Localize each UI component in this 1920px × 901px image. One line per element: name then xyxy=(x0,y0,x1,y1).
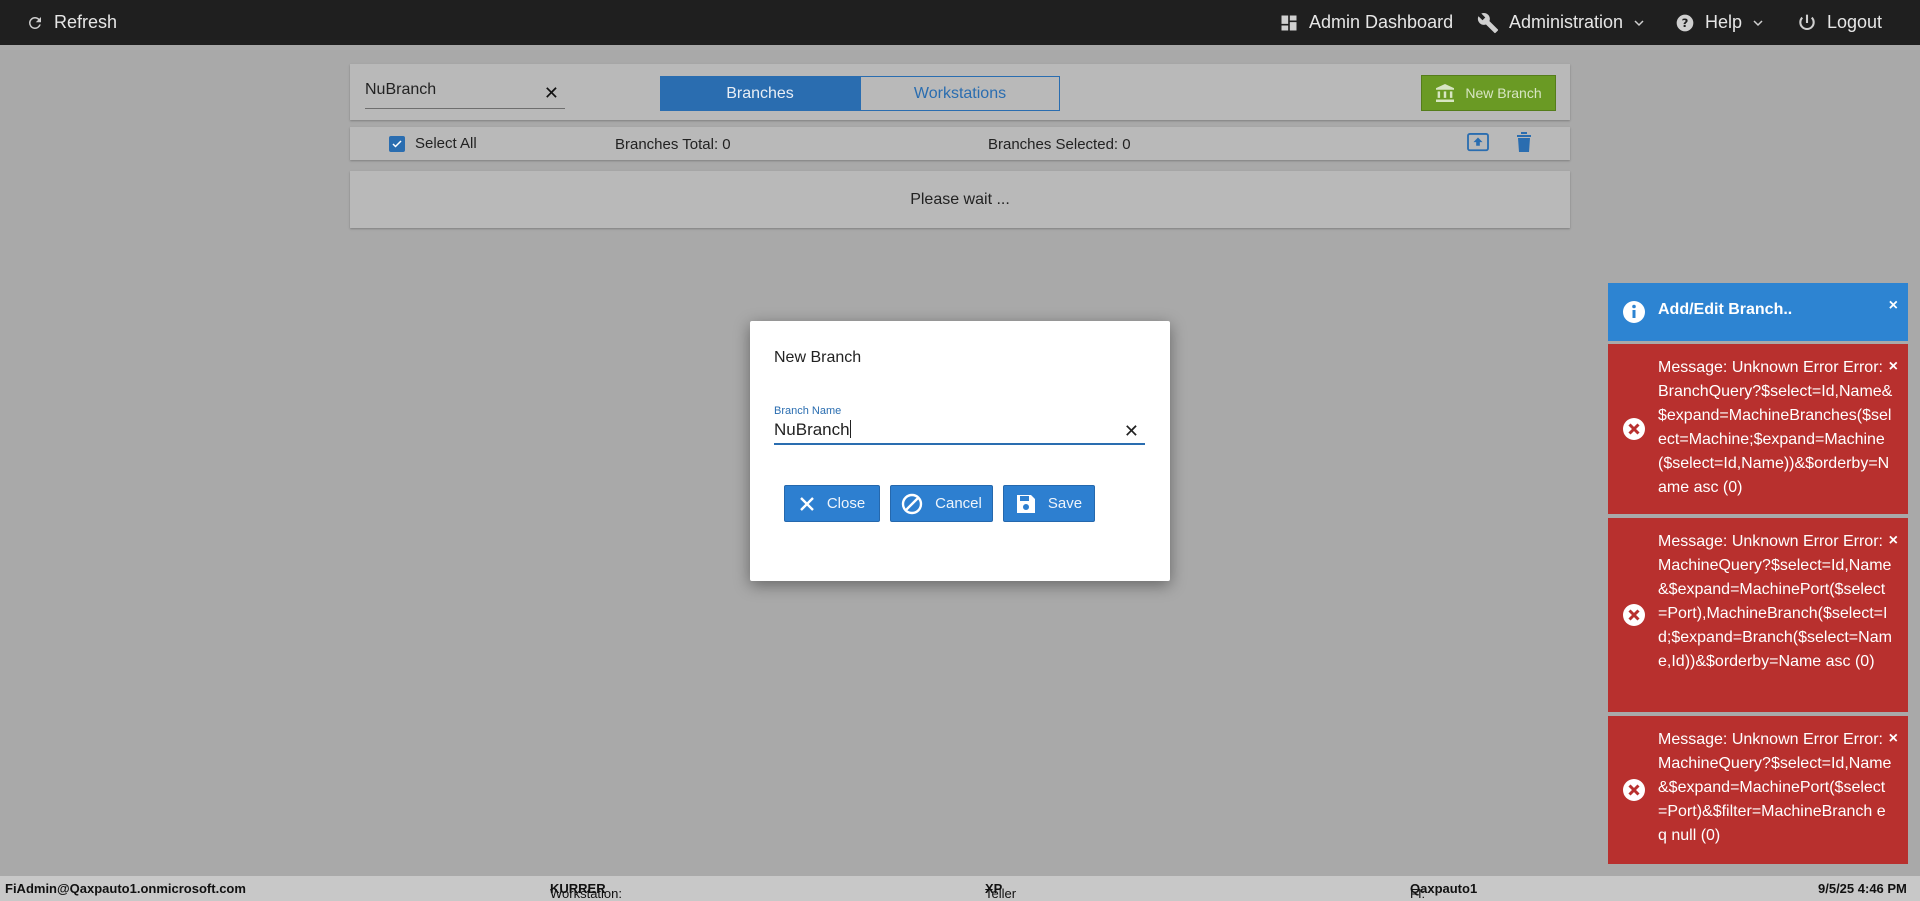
error-toast-text: Message: Unknown Error Error: MachineQue… xyxy=(1658,731,1892,844)
error-toast: Message: Unknown Error Error: BranchQuer… xyxy=(1608,344,1908,514)
info-icon xyxy=(1623,301,1645,323)
tab-branches[interactable]: Branches xyxy=(660,76,860,111)
dialog-title: New Branch xyxy=(774,349,862,366)
save-label: Save xyxy=(1047,495,1083,512)
toast-close-icon[interactable]: × xyxy=(1889,358,1898,376)
help-label: Help xyxy=(1705,12,1743,32)
clear-field-icon[interactable]: ✕ xyxy=(1124,421,1139,442)
cancel-icon xyxy=(901,493,923,514)
tab-workstations[interactable]: Workstations xyxy=(860,76,1060,111)
power-icon xyxy=(1799,14,1815,30)
footer-user: FiAdmin@Qaxpauto1.onmicrosoft.com xyxy=(5,881,246,896)
loading-panel: Please wait ... xyxy=(350,171,1570,228)
admin-dashboard-label: Admin Dashboard xyxy=(1309,12,1454,32)
bank-icon xyxy=(1436,84,1455,102)
close-label: Close xyxy=(826,495,866,512)
close-button[interactable]: Close xyxy=(784,485,880,522)
checkbox-checked-icon xyxy=(389,135,405,152)
footer-datetime: 9/5/25 4:46 PM xyxy=(1818,881,1907,896)
new-branch-dialog: New Branch Branch Name NuBranch ✕ Close … xyxy=(750,321,1170,581)
branches-selected: Branches Selected: 0 xyxy=(988,136,1131,153)
selection-bar: Select All Branches Total: 0 Branches Se… xyxy=(350,127,1570,160)
toast-close-icon[interactable]: × xyxy=(1889,532,1898,550)
footer-platform: Teller Platform: XP xyxy=(985,881,1017,901)
dashboard-icon xyxy=(1281,15,1297,30)
branch-name-value: NuBranch xyxy=(774,420,850,439)
refresh-icon xyxy=(29,16,41,29)
help-icon: ? xyxy=(1676,14,1694,31)
refresh-button[interactable]: Refresh xyxy=(26,0,117,45)
logout-label: Logout xyxy=(1827,12,1883,32)
search-value: NuBranch xyxy=(365,81,437,98)
info-toast-text: Add/Edit Branch.. xyxy=(1658,301,1793,318)
save-icon xyxy=(1016,494,1035,513)
administration-label: Administration xyxy=(1509,12,1624,32)
text-caret xyxy=(849,420,851,438)
error-icon xyxy=(1623,779,1645,801)
trash-icon[interactable] xyxy=(1516,132,1532,156)
clear-search-icon[interactable]: ✕ xyxy=(544,83,559,104)
toast-close-icon[interactable]: × xyxy=(1889,730,1898,748)
error-toast-text: Message: Unknown Error Error: MachineQue… xyxy=(1658,533,1892,670)
error-toast-text: Message: Unknown Error Error: BranchQuer… xyxy=(1658,359,1893,496)
info-toast: Add/Edit Branch.. × xyxy=(1608,283,1908,341)
branches-total: Branches Total: 0 xyxy=(615,136,731,153)
please-wait-text: Please wait ... xyxy=(910,190,1010,208)
refresh-label: Refresh xyxy=(54,12,118,32)
error-icon xyxy=(1623,604,1645,626)
toast-close-icon[interactable]: × xyxy=(1889,297,1898,315)
wrench-icon xyxy=(1477,12,1499,33)
view-tabs: Branches Workstations xyxy=(660,76,1060,111)
cancel-label: Cancel xyxy=(935,495,982,512)
administration-menu[interactable]: Administration xyxy=(1477,0,1645,45)
error-icon xyxy=(1623,418,1645,440)
search-input[interactable]: NuBranch ✕ xyxy=(365,79,565,109)
svg-text:?: ? xyxy=(1682,16,1689,30)
error-toast: Message: Unknown Error Error: MachineQue… xyxy=(1608,716,1908,864)
branches-header: NuBranch ✕ Branches Workstations New Bra… xyxy=(350,64,1570,120)
footer-workstation: Workstation: KURRER xyxy=(550,881,623,901)
footer-fi: FI: Qaxpauto1 xyxy=(1410,881,1478,901)
new-branch-button[interactable]: New Branch xyxy=(1421,75,1556,111)
new-branch-label: New Branch xyxy=(1465,85,1542,101)
upload-icon[interactable] xyxy=(1467,133,1489,157)
chevron-down-icon xyxy=(1753,19,1763,26)
cancel-button[interactable]: Cancel xyxy=(890,485,993,522)
branch-name-input[interactable]: NuBranch ✕ xyxy=(774,415,1145,445)
logout-button[interactable]: Logout xyxy=(1797,0,1882,45)
top-nav: Refresh Admin Dashboard Administration ?… xyxy=(0,0,1920,45)
select-all-checkbox[interactable]: Select All xyxy=(389,135,477,152)
save-button[interactable]: Save xyxy=(1003,485,1095,522)
help-menu[interactable]: ? Help xyxy=(1675,0,1764,45)
chevron-down-icon xyxy=(1634,19,1644,26)
select-all-label: Select All xyxy=(415,135,477,152)
close-icon xyxy=(799,496,814,511)
status-footer: FiAdmin@Qaxpauto1.onmicrosoft.com Workst… xyxy=(0,876,1920,901)
error-toast: Message: Unknown Error Error: MachineQue… xyxy=(1608,518,1908,712)
admin-dashboard-link[interactable]: Admin Dashboard xyxy=(1279,0,1453,45)
